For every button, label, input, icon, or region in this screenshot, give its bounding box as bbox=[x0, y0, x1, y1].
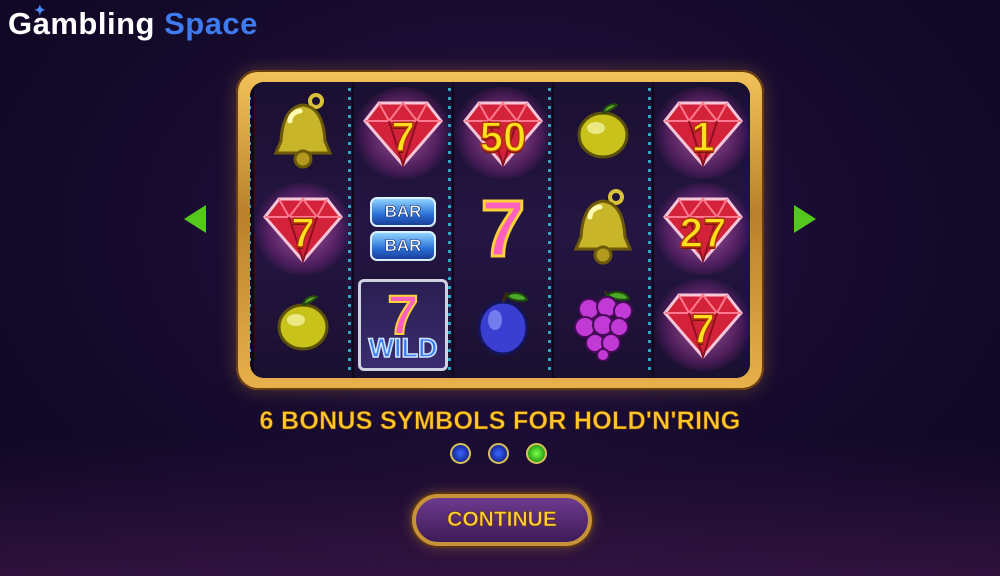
page-dot-3-active[interactable] bbox=[526, 443, 547, 464]
symbol-cell: 7 bbox=[454, 182, 552, 276]
symbol-cell: 7 bbox=[253, 182, 353, 276]
reel-4 bbox=[548, 82, 658, 378]
bell-icon bbox=[268, 91, 338, 176]
bell-icon bbox=[568, 187, 638, 272]
symbol-cell bbox=[554, 86, 652, 180]
bonus-gem-icon: 7 bbox=[653, 279, 750, 371]
bonus-gem-icon: 50 bbox=[453, 87, 553, 179]
reel-3: 50 7 bbox=[448, 82, 558, 378]
bonus-value: 7 bbox=[691, 304, 716, 353]
symbol-cell: 7 bbox=[353, 86, 453, 180]
plum-icon bbox=[471, 288, 535, 363]
page-dot-2[interactable] bbox=[488, 443, 509, 464]
symbol-cell: 1 bbox=[653, 86, 750, 180]
symbol-cell bbox=[254, 86, 352, 180]
bonus-value: 1 bbox=[691, 112, 716, 161]
reel-5: 1 27 7 bbox=[648, 82, 750, 378]
bonus-value: 27 bbox=[679, 208, 727, 257]
bonus-gem-icon: 27 bbox=[653, 183, 750, 275]
seven-icon: 7 bbox=[479, 184, 526, 273]
continue-button-label: CONTINUE bbox=[447, 508, 557, 532]
gambling-space-logo: ✦ Gambling Space bbox=[8, 2, 258, 42]
bonus-value: 7 bbox=[391, 112, 416, 161]
double-bar-icon: BAR BAR bbox=[370, 197, 436, 261]
symbol-cell: 27 bbox=[653, 182, 750, 276]
bonus-value: 50 bbox=[479, 112, 527, 161]
lemon-icon bbox=[271, 291, 335, 360]
bar-label: BAR bbox=[370, 231, 436, 261]
symbol-cell: 50 bbox=[453, 86, 553, 180]
symbol-cell: BAR BAR bbox=[354, 182, 452, 276]
reel-2: 7 BAR BAR 7 WILD bbox=[348, 82, 458, 378]
pagination-dots bbox=[450, 443, 550, 467]
arrow-right-icon[interactable] bbox=[794, 205, 816, 233]
symbol-cell bbox=[454, 278, 552, 372]
wild-label: WILD bbox=[368, 332, 438, 364]
symbol-cell bbox=[254, 278, 352, 372]
page-dot-1[interactable] bbox=[450, 443, 471, 464]
bonus-gem-icon: 1 bbox=[653, 87, 750, 179]
continue-button[interactable]: CONTINUE bbox=[412, 494, 592, 546]
slot-machine-frame: 7 7 BAR BAR 7 WILD 50 7 1 27 7 bbox=[236, 70, 764, 390]
bonus-gem-icon: 7 bbox=[353, 87, 453, 179]
symbol-cell: 7 WILD bbox=[354, 278, 452, 372]
reels-area: 7 7 BAR BAR 7 WILD 50 7 1 27 7 bbox=[250, 82, 750, 378]
symbol-cell bbox=[554, 278, 652, 372]
wild-icon: 7 WILD bbox=[358, 279, 448, 371]
logo-word-space: Space bbox=[164, 6, 258, 41]
bonus-gem-icon: 7 bbox=[253, 183, 353, 275]
sparkle-icon: ✦ bbox=[34, 2, 47, 18]
grapes-icon bbox=[565, 285, 641, 366]
arrow-left-icon[interactable] bbox=[184, 205, 206, 233]
info-caption: 6 BONUS SYMBOLS FOR HOLD'N'RING bbox=[259, 407, 741, 436]
lemon-icon bbox=[571, 99, 635, 168]
reel-1: 7 bbox=[250, 82, 358, 378]
bonus-value: 7 bbox=[291, 208, 316, 257]
bar-label: BAR bbox=[370, 197, 436, 227]
symbol-cell: 7 bbox=[653, 278, 750, 372]
symbol-cell bbox=[554, 182, 652, 276]
logo-word-gambling: Gambling bbox=[8, 6, 155, 41]
